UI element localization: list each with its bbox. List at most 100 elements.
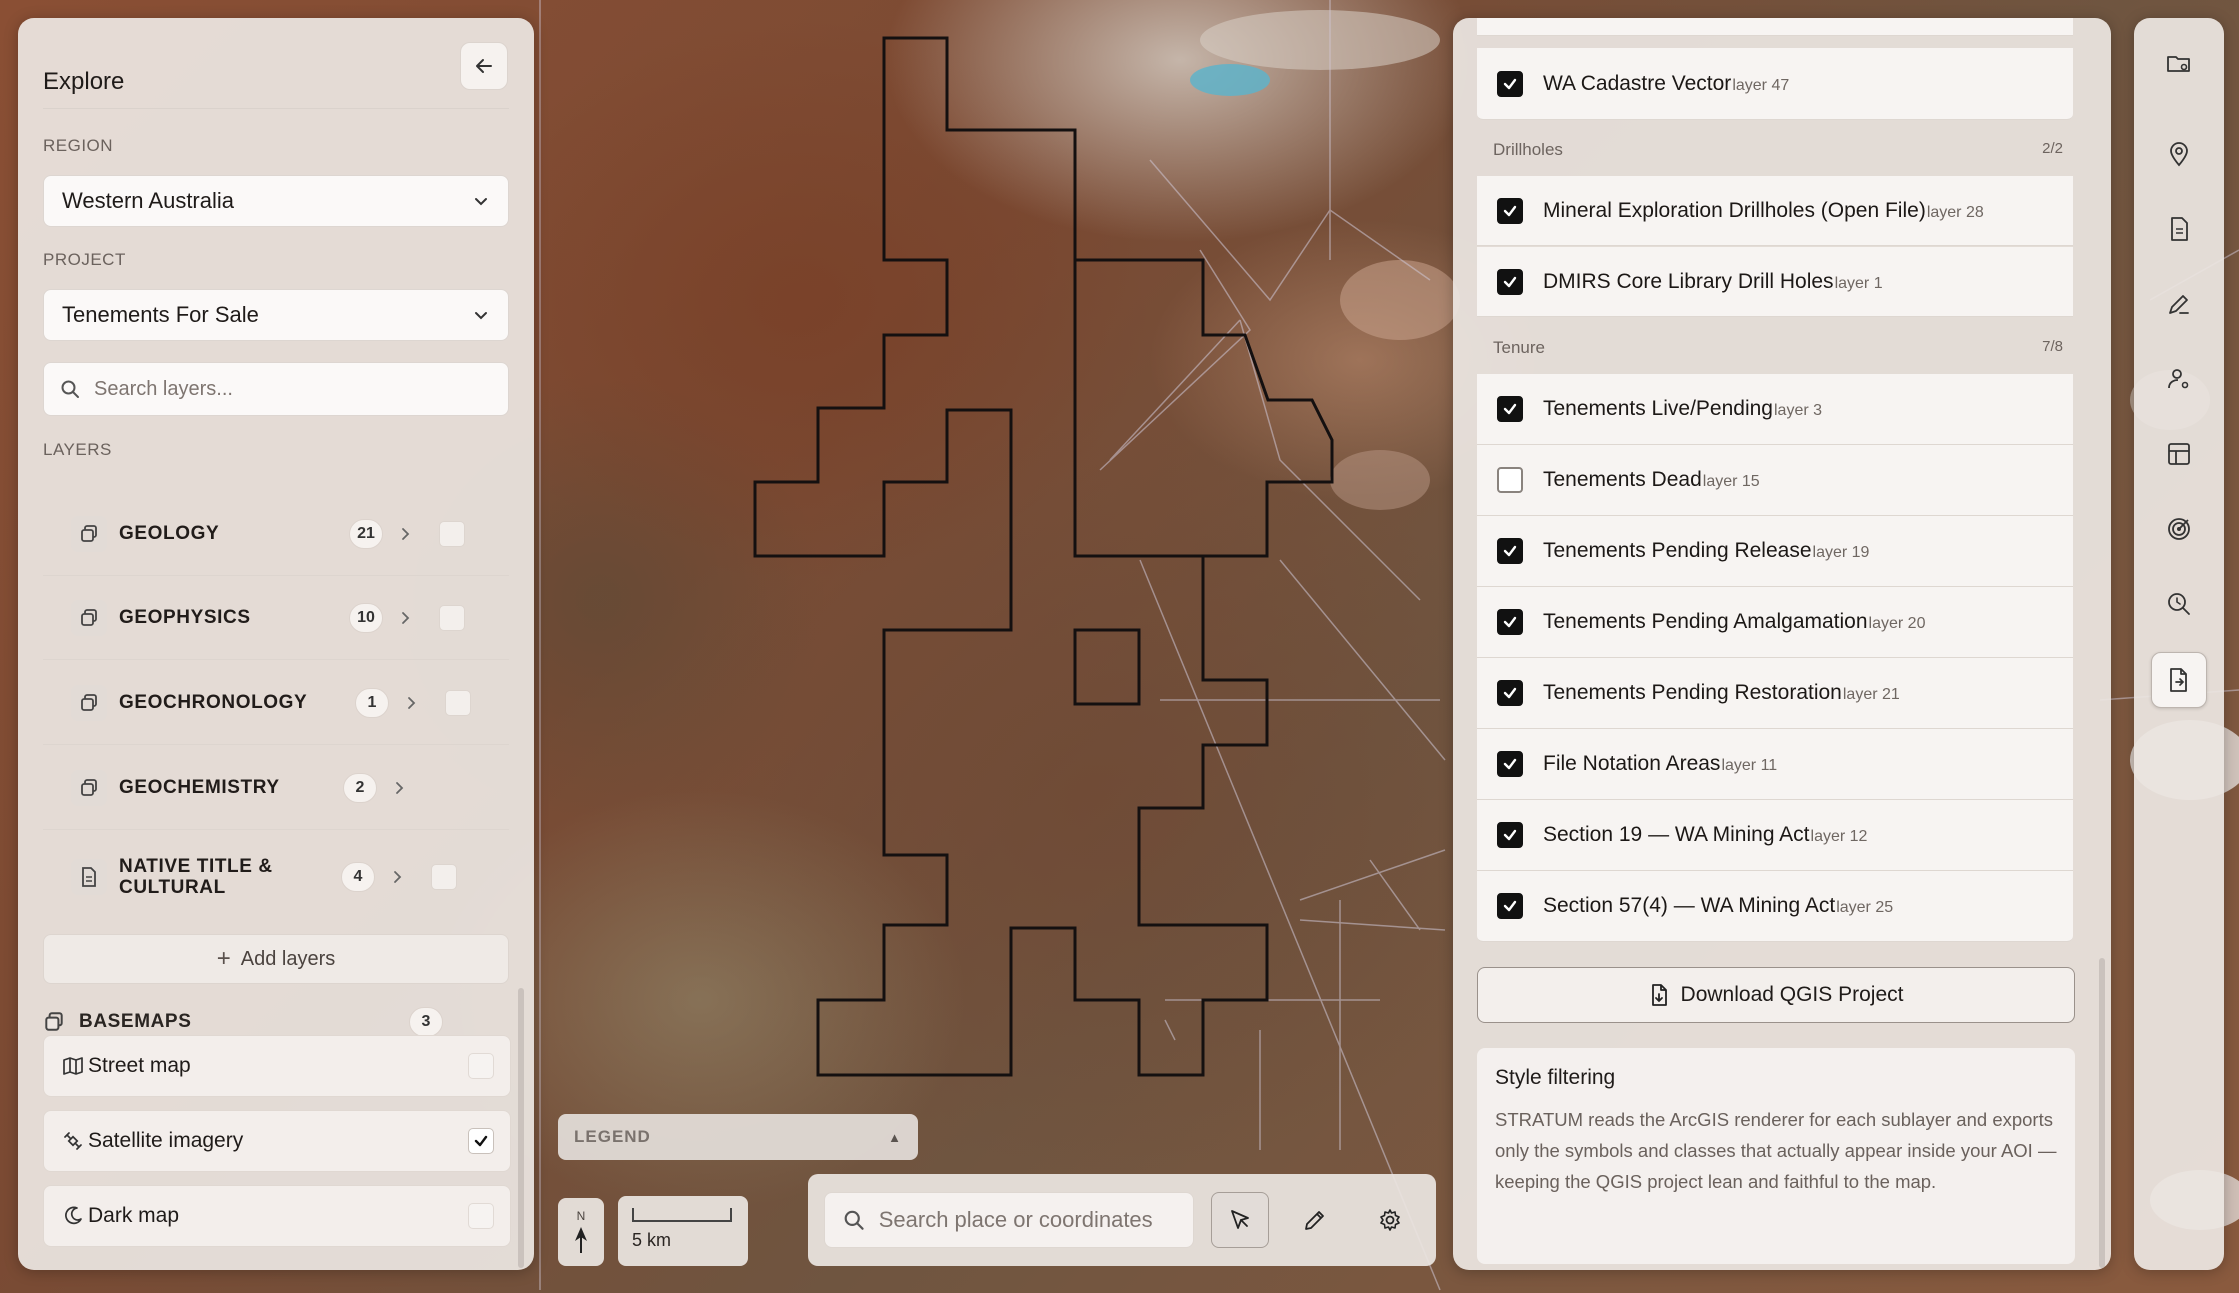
gear-icon: [1380, 1209, 1400, 1231]
layer-group-geophysics[interactable]: GEOPHYSICS 10: [43, 576, 509, 660]
layer-item-file-notation[interactable]: File Notation Areaslayer 11: [1477, 729, 2073, 800]
basemap-name: Dark map: [88, 1204, 180, 1227]
group-header-tenure[interactable]: Tenure 7/8: [1493, 338, 2063, 358]
legend-toggle[interactable]: LEGEND ▲: [558, 1114, 918, 1160]
layer-item-wa-cadastre[interactable]: WA Cadastre Vectorlayer 47: [1477, 48, 2073, 120]
chevron-right-icon[interactable]: [391, 780, 407, 796]
layer-item-label: File Notation Areaslayer 11: [1543, 752, 1778, 775]
layer-group-checkbox[interactable]: [439, 520, 465, 547]
layer-item-section-19[interactable]: Section 19 — WA Mining Actlayer 12: [1477, 800, 2073, 871]
layers-icon: [71, 515, 107, 552]
layer-checkbox-checked[interactable]: [1497, 538, 1523, 564]
add-layers-button[interactable]: + Add layers: [43, 934, 509, 984]
layer-item-section-57[interactable]: Section 57(4) — WA Mining Actlayer 25: [1477, 871, 2073, 942]
basemap-checkbox-checked[interactable]: [468, 1128, 494, 1154]
layer-item-pending-release[interactable]: Tenements Pending Releaselayer 19: [1477, 516, 2073, 587]
north-arrow[interactable]: N: [558, 1198, 604, 1266]
layer-group-checkbox[interactable]: [445, 689, 471, 716]
tool-target[interactable]: [2151, 501, 2207, 557]
chevron-right-icon[interactable]: [403, 695, 419, 711]
checkmark-icon: [1503, 900, 1517, 912]
download-qgis-button[interactable]: Download QGIS Project: [1477, 967, 2075, 1023]
draw-tool-button[interactable]: [1286, 1192, 1344, 1248]
tenement-block[interactable]: [1073, 628, 1141, 706]
region-select[interactable]: Western Australia: [43, 175, 509, 227]
tool-export[interactable]: [2151, 652, 2207, 708]
arrow-left-icon: [476, 59, 492, 73]
layer-group-geochemistry[interactable]: GEOCHEMISTRY 2: [43, 746, 509, 830]
layer-checkbox-checked[interactable]: [1497, 70, 1523, 97]
search-history-icon: [2168, 593, 2190, 615]
basemap-satellite[interactable]: Satellite imagery: [43, 1110, 511, 1172]
layer-checkbox-checked[interactable]: [1497, 893, 1523, 919]
tool-table[interactable]: [2151, 426, 2207, 482]
layer-count-badge: 4: [341, 862, 375, 892]
basemap-dark[interactable]: Dark map: [43, 1185, 511, 1247]
basemap-checkbox[interactable]: [468, 1053, 494, 1079]
location-pin-icon: [2170, 142, 2188, 167]
select-tool-button[interactable]: [1211, 1192, 1269, 1248]
layer-group-geology[interactable]: GEOLOGY 21: [43, 492, 509, 576]
layer-checkbox-checked[interactable]: [1497, 396, 1523, 422]
group-count: 7/8: [2042, 338, 2063, 355]
tool-location[interactable]: [2151, 126, 2207, 182]
chevron-right-icon[interactable]: [397, 610, 413, 626]
panel-scrollbar[interactable]: [518, 988, 524, 1268]
project-select[interactable]: Tenements For Sale: [43, 289, 509, 341]
layer-item-tenements-dead[interactable]: Tenements Deadlayer 15: [1477, 445, 2073, 516]
chevron-down-icon: [475, 198, 487, 206]
layer-item-label: DMIRS Core Library Drill Holeslayer 1: [1543, 269, 1883, 293]
layer-search-box[interactable]: [43, 362, 509, 416]
north-label: N: [576, 1209, 586, 1223]
layer-item-mineral-drillholes[interactable]: Mineral Exploration Drillholes (Open Fil…: [1477, 176, 2073, 246]
document-icon: [2171, 217, 2188, 241]
group-header-drillholes[interactable]: Drillholes 2/2: [1493, 140, 2063, 160]
search-icon: [61, 380, 79, 398]
basemap-street[interactable]: Street map: [43, 1035, 511, 1097]
layer-search-input[interactable]: [94, 377, 474, 401]
collapse-panel-button[interactable]: [460, 42, 508, 90]
region-value: Western Australia: [62, 188, 235, 213]
layer-item-tenements-live[interactable]: Tenements Live/Pendinglayer 3: [1477, 374, 2073, 445]
satellite-icon: [60, 1130, 86, 1152]
layer-item-label: Tenements Live/Pendinglayer 3: [1543, 397, 1823, 420]
checkmark-icon: [1503, 276, 1517, 287]
folder-settings-icon: [2167, 56, 2190, 72]
layer-group-checkbox[interactable]: [431, 864, 457, 890]
layer-item-dmirs-core[interactable]: DMIRS Core Library Drill Holeslayer 1: [1477, 247, 2073, 317]
style-filtering-card: Style filtering STRATUM reads the ArcGIS…: [1477, 1048, 2075, 1264]
tool-draw[interactable]: [2151, 276, 2207, 332]
tool-folder-settings[interactable]: [2151, 36, 2207, 92]
map-toolbar: [808, 1174, 1436, 1266]
layer-count-badge: 2: [343, 772, 377, 803]
map-search-input[interactable]: [878, 1207, 1175, 1233]
settings-button[interactable]: [1361, 1192, 1419, 1248]
map-search-box[interactable]: [824, 1192, 1194, 1248]
chevron-right-icon[interactable]: [397, 526, 413, 542]
tool-user-settings[interactable]: [2151, 351, 2207, 407]
basemap-name: Street map: [88, 1054, 191, 1077]
chevron-right-icon[interactable]: [389, 869, 405, 885]
layer-group-name: GEOCHRONOLOGY: [119, 692, 308, 713]
layer-item-partial[interactable]: [1477, 18, 2073, 36]
tool-document[interactable]: [2151, 201, 2207, 257]
layer-checkbox-checked[interactable]: [1497, 751, 1523, 777]
layer-checkbox-checked[interactable]: [1497, 680, 1523, 706]
layer-checkbox-checked[interactable]: [1497, 197, 1523, 224]
layer-checkbox-unchecked[interactable]: [1497, 467, 1523, 493]
layer-checkbox-checked[interactable]: [1497, 609, 1523, 635]
layer-list-scrollbar[interactable]: [2099, 958, 2105, 1268]
layer-item-pending-restoration[interactable]: Tenements Pending Restorationlayer 21: [1477, 658, 2073, 729]
layer-checkbox-checked[interactable]: [1497, 268, 1523, 295]
basemap-name: Satellite imagery: [88, 1129, 244, 1152]
download-label: Download QGIS Project: [1680, 983, 1904, 1006]
layer-item-label: Tenements Pending Restorationlayer 21: [1543, 681, 1900, 704]
tool-search-history[interactable]: [2151, 576, 2207, 632]
layer-group-checkbox[interactable]: [439, 604, 465, 631]
layer-checkbox-checked[interactable]: [1497, 822, 1523, 848]
legend-label: LEGEND: [574, 1127, 651, 1146]
layer-group-geochronology[interactable]: GEOCHRONOLOGY 1: [43, 661, 509, 745]
basemap-checkbox[interactable]: [468, 1203, 494, 1229]
layer-group-native-title[interactable]: NATIVE TITLE & CULTURAL 4: [43, 831, 509, 923]
layer-item-pending-amalgamation[interactable]: Tenements Pending Amalgamationlayer 20: [1477, 587, 2073, 658]
